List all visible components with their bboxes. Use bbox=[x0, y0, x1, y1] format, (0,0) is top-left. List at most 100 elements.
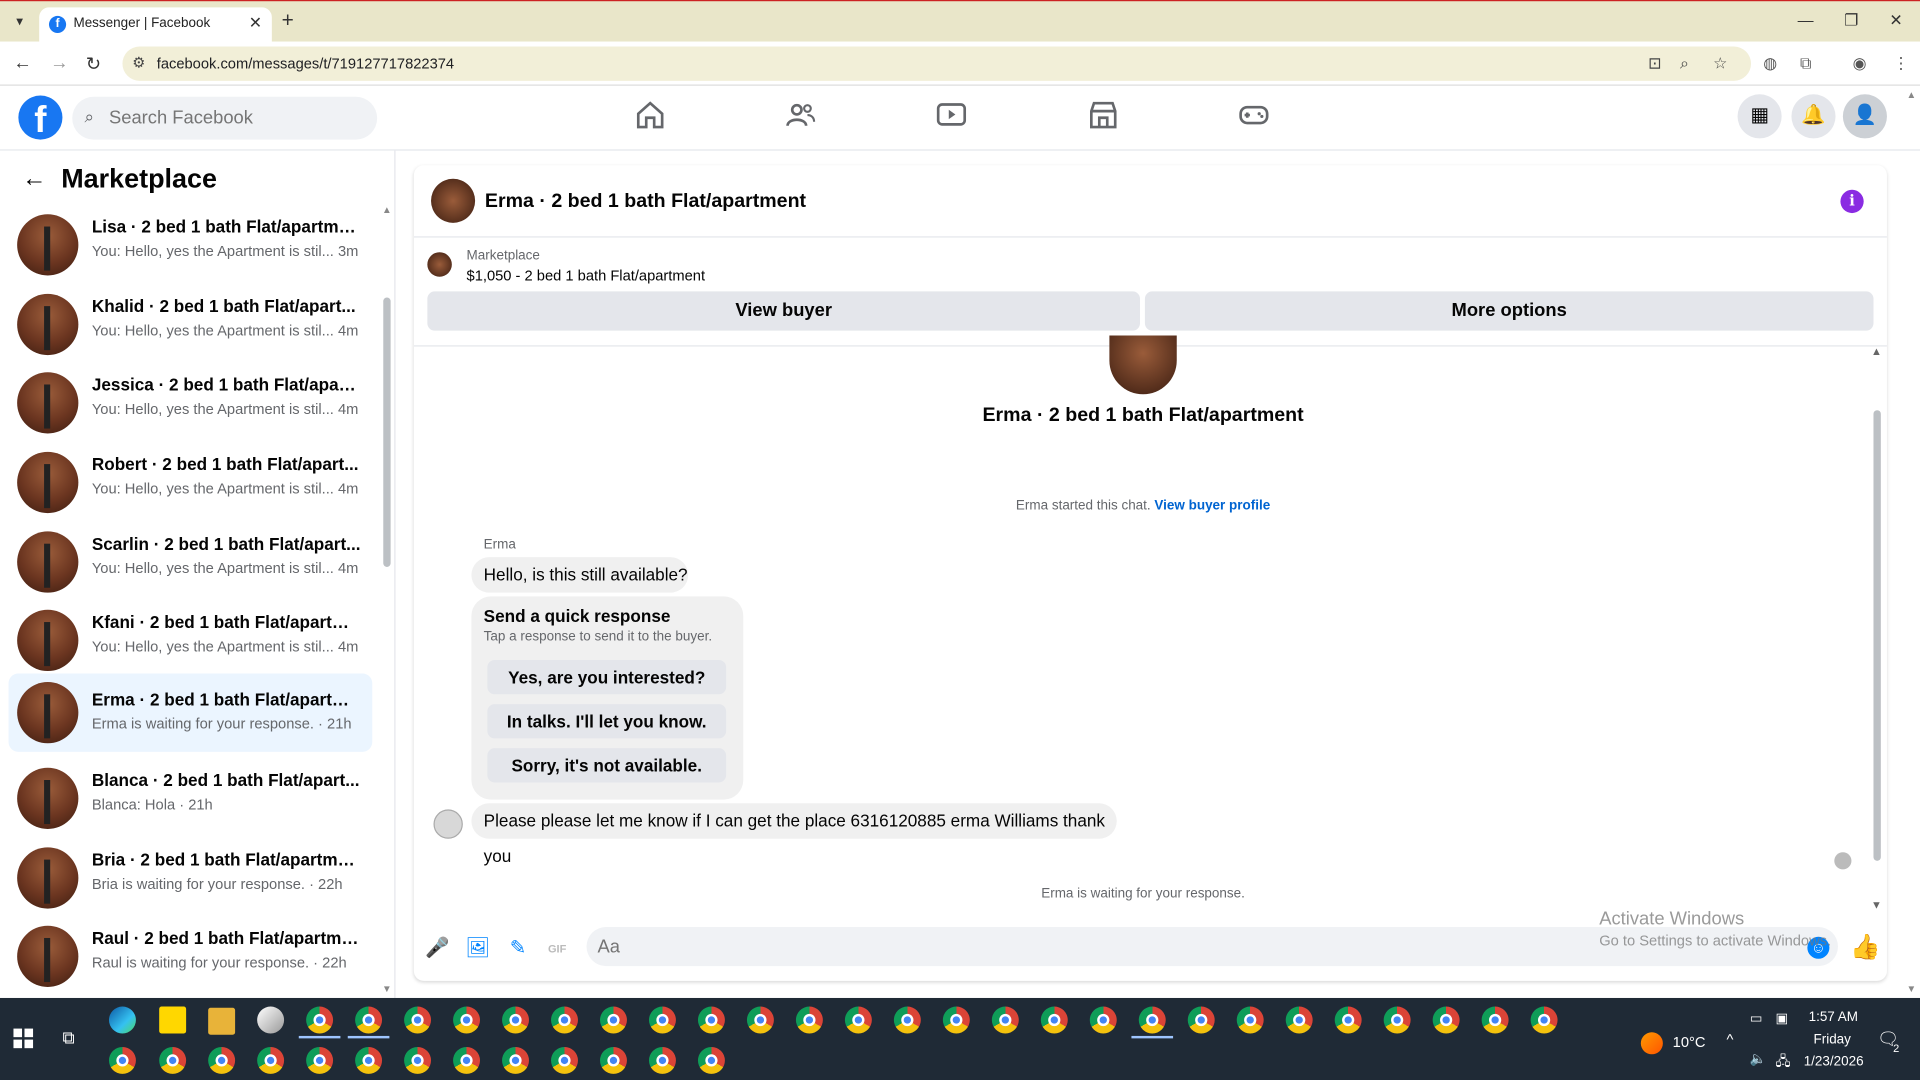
chrome-icon[interactable] bbox=[697, 1006, 725, 1034]
facebook-search[interactable]: ⌕ bbox=[72, 96, 378, 140]
restore-icon[interactable]: ❐ bbox=[1844, 11, 1858, 31]
conversation-item-active[interactable]: Erma · 2 bed 1 bath Flat/apartme... Erma… bbox=[8, 673, 373, 752]
site-info-icon[interactable]: ⚙ bbox=[132, 54, 145, 71]
bookmark-star-icon[interactable]: ☆ bbox=[1713, 54, 1727, 74]
chrome-icon[interactable] bbox=[257, 1046, 285, 1074]
gaming-icon[interactable] bbox=[1238, 99, 1275, 136]
chrome-icon[interactable] bbox=[1530, 1006, 1558, 1034]
chrome-icon[interactable] bbox=[600, 1006, 627, 1034]
minimize-icon[interactable]: — bbox=[1798, 11, 1814, 29]
chrome-icon[interactable] bbox=[648, 1046, 676, 1074]
home-icon[interactable] bbox=[634, 99, 671, 136]
view-buyer-button[interactable]: View buyer bbox=[427, 291, 1141, 331]
clock-time[interactable]: 1:57 AM bbox=[1809, 1010, 1858, 1025]
chrome-icon[interactable] bbox=[551, 1006, 578, 1034]
chrome-icon[interactable] bbox=[1285, 1006, 1313, 1034]
sender-avatar[interactable] bbox=[433, 809, 463, 839]
meet-icon[interactable]: ▣ bbox=[1776, 1010, 1789, 1026]
reload-icon[interactable]: ↻ bbox=[86, 53, 101, 75]
new-tab-icon[interactable]: + bbox=[282, 9, 294, 33]
quick-response-option[interactable]: Sorry, it's not available. bbox=[487, 748, 727, 783]
temperature[interactable]: 10°C bbox=[1673, 1033, 1706, 1050]
chat-title[interactable]: Erma · 2 bed 1 bath Flat/apartment bbox=[485, 191, 806, 213]
weather-icon[interactable] bbox=[1640, 1032, 1663, 1055]
chrome-icon[interactable] bbox=[502, 1006, 529, 1034]
chrome-icon[interactable] bbox=[1432, 1006, 1460, 1034]
chat-scrollbar[interactable] bbox=[1873, 410, 1881, 861]
network-icon[interactable]: 🖧 bbox=[1776, 1051, 1791, 1074]
chrome-icon[interactable] bbox=[648, 1006, 676, 1034]
video-icon[interactable] bbox=[936, 99, 973, 136]
page-scroll-up-icon[interactable]: ▲ bbox=[1907, 89, 1917, 100]
chrome-icon[interactable] bbox=[502, 1046, 529, 1074]
notifications-bell-icon[interactable]: 🔔 bbox=[1791, 94, 1836, 139]
paint-icon[interactable] bbox=[257, 1006, 285, 1034]
chrome-icon[interactable] bbox=[1481, 1006, 1509, 1034]
conversation-item[interactable]: Jessica · 2 bed 1 bath Flat/apart... You… bbox=[9, 365, 373, 441]
tab-close-icon[interactable]: ✕ bbox=[249, 13, 262, 33]
thumbs-up-icon[interactable]: 👍 bbox=[1850, 932, 1880, 963]
listing-price[interactable]: $1,050 - 2 bed 1 bath Flat/apartment bbox=[467, 267, 706, 284]
network-display-icon[interactable]: ▭ bbox=[1750, 1010, 1763, 1026]
volume-icon[interactable]: 🔈 bbox=[1750, 1051, 1767, 1067]
chrome-icon[interactable] bbox=[795, 1006, 823, 1034]
scroll-up-icon[interactable]: ▲ bbox=[382, 204, 392, 215]
chrome-icon[interactable] bbox=[208, 1046, 236, 1074]
sticky-notes-icon[interactable] bbox=[159, 1006, 187, 1034]
extensions-icon[interactable]: ⧉ bbox=[1800, 54, 1811, 74]
search-input[interactable] bbox=[108, 96, 367, 140]
conversation-item[interactable]: Robert · 2 bed 1 bath Flat/apart... You:… bbox=[9, 444, 373, 520]
facebook-logo-icon[interactable]: f bbox=[18, 95, 63, 140]
chrome-icon[interactable] bbox=[991, 1006, 1019, 1034]
chrome-icon[interactable] bbox=[1383, 1006, 1411, 1034]
back-arrow-icon[interactable]: ← bbox=[22, 165, 46, 193]
windows-start-icon[interactable] bbox=[13, 1028, 34, 1049]
more-options-button[interactable]: More options bbox=[1144, 291, 1874, 331]
chrome-icon[interactable] bbox=[355, 1006, 383, 1034]
buyer-profile-avatar[interactable] bbox=[1109, 335, 1177, 395]
sticker-icon[interactable]: ✎ bbox=[506, 937, 530, 961]
chrome-icon[interactable] bbox=[108, 1046, 136, 1074]
chrome-icon[interactable] bbox=[1334, 1006, 1362, 1034]
quick-response-option[interactable]: In talks. I'll let you know. bbox=[487, 704, 727, 739]
conversation-item[interactable]: Kfani · 2 bed 1 bath Flat/apartm... You:… bbox=[9, 602, 373, 678]
chrome-icon[interactable] bbox=[404, 1006, 432, 1034]
zoom-icon[interactable]: ⌕ bbox=[1680, 54, 1689, 74]
chrome-icon[interactable] bbox=[453, 1046, 481, 1074]
chrome-icon[interactable] bbox=[1089, 1006, 1117, 1034]
chrome-icon[interactable] bbox=[404, 1046, 432, 1074]
clock-day[interactable]: Friday bbox=[1813, 1032, 1850, 1047]
forward-icon[interactable]: → bbox=[50, 53, 68, 74]
chrome-icon[interactable] bbox=[893, 1006, 921, 1034]
menu-grid-icon[interactable]: ▦ bbox=[1737, 94, 1782, 139]
quick-response-option[interactable]: Yes, are you interested? bbox=[487, 660, 727, 695]
chrome-icon[interactable] bbox=[453, 1006, 481, 1034]
window-close-icon[interactable]: ✕ bbox=[1889, 11, 1902, 31]
chrome-icon[interactable] bbox=[1236, 1006, 1264, 1034]
conversation-item[interactable]: Bria · 2 bed 1 bath Flat/apartment Bria … bbox=[9, 840, 373, 916]
listing-thumbnail[interactable] bbox=[427, 252, 452, 277]
conversation-item[interactable]: Khalid · 2 bed 1 bath Flat/apart... You:… bbox=[9, 287, 373, 363]
profile-icon[interactable]: ◉ bbox=[1853, 54, 1867, 74]
marketplace-icon[interactable] bbox=[1087, 99, 1124, 136]
chrome-icon[interactable] bbox=[1040, 1006, 1068, 1034]
chat-scroll-up-icon[interactable]: ▲ bbox=[1871, 345, 1882, 357]
chrome-icon[interactable] bbox=[551, 1046, 578, 1074]
browser-menu-icon[interactable]: ⋮ bbox=[1893, 54, 1909, 74]
gif-icon[interactable]: GIF bbox=[545, 937, 569, 961]
page-scroll-down-icon[interactable]: ▼ bbox=[1907, 983, 1917, 994]
file-explorer-icon[interactable] bbox=[208, 1007, 236, 1035]
view-buyer-profile-link[interactable]: View buyer profile bbox=[1154, 498, 1270, 513]
show-hidden-icons-icon[interactable]: ^ bbox=[1727, 1031, 1734, 1048]
task-view-icon[interactable]: ⧉ bbox=[62, 1027, 74, 1048]
conversation-item[interactable]: Raul · 2 bed 1 bath Flat/apartment Raul … bbox=[9, 918, 373, 994]
back-icon[interactable]: ← bbox=[13, 53, 31, 74]
chrome-icon[interactable] bbox=[844, 1006, 872, 1034]
install-app-icon[interactable]: ⊡ bbox=[1648, 54, 1661, 74]
scroll-down-icon[interactable]: ▼ bbox=[382, 983, 392, 994]
photo-icon[interactable]: 🖼 bbox=[465, 937, 490, 961]
translate-icon[interactable]: ◍ bbox=[1763, 54, 1777, 74]
sidebar-scrollbar[interactable] bbox=[383, 297, 391, 567]
microphone-icon[interactable]: 🎤 bbox=[425, 937, 449, 961]
omnibox[interactable]: ⚙ facebook.com/messages/t/71912771782237… bbox=[122, 46, 1752, 81]
